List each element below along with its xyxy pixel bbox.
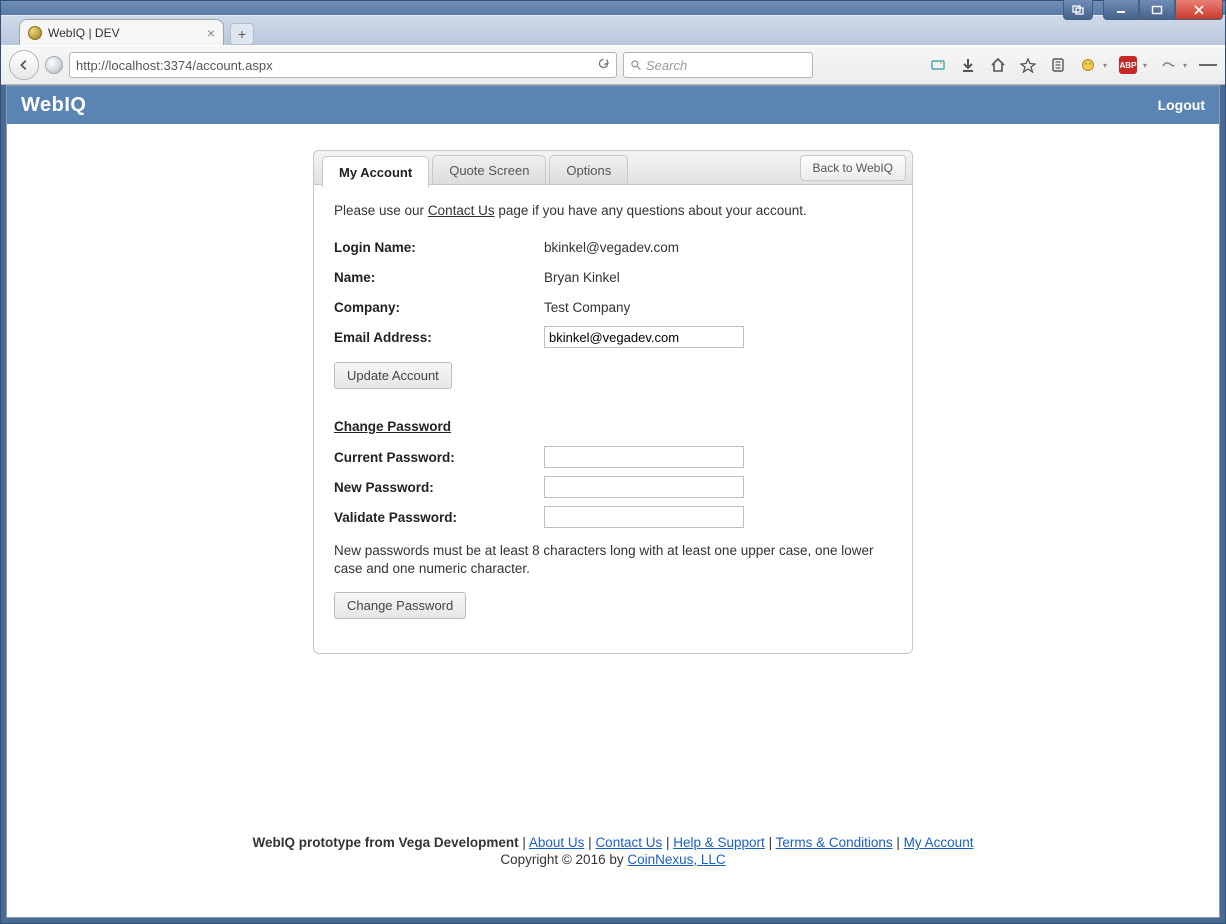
contact-us-link[interactable]: Contact Us	[428, 203, 495, 218]
browser-tab-title: WebIQ | DEV	[48, 26, 120, 40]
bookmark-star-icon[interactable]	[1019, 56, 1037, 74]
window-maximize-button[interactable]	[1139, 0, 1175, 20]
validate-password-label: Validate Password:	[334, 510, 544, 525]
search-icon	[630, 59, 642, 71]
change-password-button[interactable]: Change Password	[334, 592, 466, 619]
nav-back-button[interactable]	[9, 50, 39, 80]
url-text: http://localhost:3374/account.aspx	[76, 58, 273, 73]
intro-text: Please use our Contact Us page if you ha…	[334, 203, 892, 218]
panel-tabs: My Account Quote Screen Options Back to …	[314, 151, 912, 185]
footer-contact-link[interactable]: Contact Us	[595, 835, 662, 850]
window-close-button[interactable]	[1175, 0, 1223, 20]
app-header: WebIQ Logout	[7, 86, 1219, 124]
intro-pre: Please use our	[334, 203, 428, 218]
update-account-button[interactable]: Update Account	[334, 362, 452, 389]
name-value: Bryan Kinkel	[544, 270, 620, 285]
login-name-label: Login Name:	[334, 240, 544, 255]
window-popup-button[interactable]	[1063, 0, 1093, 20]
current-password-input[interactable]	[544, 446, 744, 468]
current-password-label: Current Password:	[334, 450, 544, 465]
browser-toolbar: http://localhost:3374/account.aspx Searc…	[1, 45, 1225, 85]
validate-password-input[interactable]	[544, 506, 744, 528]
site-identity-icon[interactable]	[45, 56, 63, 74]
footer-lead: WebIQ prototype from Vega Development	[253, 835, 519, 850]
logout-link[interactable]: Logout	[1158, 97, 1205, 113]
favicon-icon	[28, 26, 42, 40]
page-footer: WebIQ prototype from Vega Development | …	[7, 835, 1219, 867]
extension-dropdown-icon[interactable]: ▾	[1183, 61, 1187, 70]
url-bar[interactable]: http://localhost:3374/account.aspx	[69, 52, 617, 78]
intro-post: page if you have any questions about you…	[495, 203, 807, 218]
reading-list-icon[interactable]	[1049, 56, 1067, 74]
login-name-value: bkinkel@vegadev.com	[544, 240, 679, 255]
name-label: Name:	[334, 270, 544, 285]
window-minimize-button[interactable]	[1103, 0, 1139, 20]
footer-terms-link[interactable]: Terms & Conditions	[776, 835, 893, 850]
footer-about-link[interactable]: About Us	[529, 835, 585, 850]
extension-icon[interactable]	[1159, 56, 1177, 74]
browser-tabstrip: WebIQ | DEV × +	[1, 15, 1225, 45]
new-password-input[interactable]	[544, 476, 744, 498]
search-placeholder: Search	[646, 58, 687, 73]
back-to-webiq-button[interactable]: Back to WebIQ	[800, 155, 906, 181]
password-hint: New passwords must be at least 8 charact…	[334, 542, 874, 578]
copyright-link[interactable]: CoinNexus, LLC	[627, 852, 725, 867]
new-tab-button[interactable]: +	[230, 23, 254, 45]
copyright-text: Copyright © 2016 by	[500, 852, 627, 867]
email-label: Email Address:	[334, 330, 544, 345]
reload-icon[interactable]	[597, 57, 610, 73]
footer-help-link[interactable]: Help & Support	[673, 835, 765, 850]
new-password-label: New Password:	[334, 480, 544, 495]
account-panel: My Account Quote Screen Options Back to …	[313, 150, 913, 654]
change-password-heading: Change Password	[334, 419, 892, 434]
addon-dropdown-icon[interactable]: ▾	[1103, 61, 1107, 70]
app-brand: WebIQ	[21, 94, 86, 117]
abp-dropdown-icon[interactable]: ▾	[1143, 61, 1147, 70]
home-icon[interactable]	[989, 56, 1007, 74]
email-input[interactable]	[544, 326, 744, 348]
tab-quote-screen[interactable]: Quote Screen	[432, 155, 546, 184]
tab-close-icon[interactable]: ×	[207, 26, 215, 40]
hamburger-menu-icon[interactable]	[1199, 56, 1217, 74]
tab-my-account[interactable]: My Account	[322, 156, 429, 187]
tab-options[interactable]: Options	[549, 155, 628, 184]
company-label: Company:	[334, 300, 544, 315]
footer-myaccount-link[interactable]: My Account	[904, 835, 974, 850]
addon-puzzle-icon[interactable]	[1079, 56, 1097, 74]
company-value: Test Company	[544, 300, 630, 315]
downloads-icon[interactable]	[959, 56, 977, 74]
abp-icon[interactable]: ABP	[1119, 56, 1137, 74]
screenshot-icon[interactable]	[929, 56, 947, 74]
browser-tab[interactable]: WebIQ | DEV ×	[19, 19, 224, 45]
search-box[interactable]: Search	[623, 52, 813, 78]
